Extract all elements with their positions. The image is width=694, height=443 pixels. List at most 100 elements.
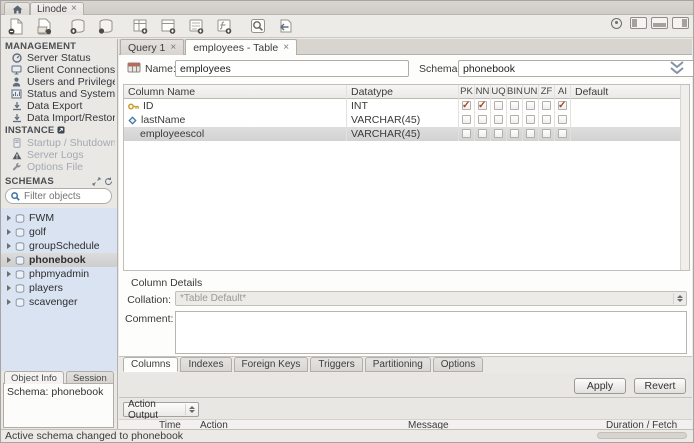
- toggle-left-panel-icon[interactable]: [630, 17, 647, 29]
- table-row[interactable]: lastName VARCHAR(45): [124, 113, 680, 127]
- tab-columns[interactable]: Columns: [123, 357, 179, 372]
- flag-checkbox-pk[interactable]: [462, 115, 471, 124]
- flag-checkbox-pk[interactable]: [462, 129, 471, 138]
- sidebar-item-client-connections[interactable]: Client Connections: [11, 64, 115, 76]
- open-sql-script-icon[interactable]: [31, 16, 57, 36]
- tab-foreign-keys[interactable]: Foreign Keys: [233, 357, 309, 372]
- schema-item-groupschedule[interactable]: groupSchedule: [1, 239, 117, 253]
- column-default[interactable]: [570, 113, 670, 127]
- expander-icon[interactable]: [7, 285, 11, 291]
- expander-icon[interactable]: [7, 257, 11, 263]
- sidebar-item-server-logs[interactable]: Server Logs: [11, 149, 115, 161]
- tab-partitioning[interactable]: Partitioning: [364, 357, 431, 372]
- new-sql-tab-icon[interactable]: [3, 16, 29, 36]
- expand-panel-icon[interactable]: [92, 177, 101, 186]
- revert-button[interactable]: Revert: [634, 378, 686, 394]
- flag-checkbox-un[interactable]: [526, 129, 535, 138]
- create-procedure-icon[interactable]: [183, 16, 209, 36]
- col-header-zf[interactable]: ZF: [538, 85, 554, 99]
- expander-icon[interactable]: [7, 215, 11, 221]
- table-row[interactable]: ID INT: [124, 99, 680, 113]
- flag-checkbox-zf[interactable]: [542, 101, 551, 110]
- double-chevron-down-icon[interactable]: [669, 61, 685, 74]
- col-header-ai[interactable]: AI: [554, 85, 570, 99]
- vertical-scrollbar[interactable]: [680, 85, 689, 270]
- sidebar-item-system-variables[interactable]: Status and System Variables: [11, 88, 115, 100]
- col-header-default[interactable]: Default: [570, 85, 670, 99]
- toggle-bottom-panel-icon[interactable]: [651, 17, 668, 29]
- sidebar-item-server-status[interactable]: Server Status: [11, 52, 115, 64]
- create-table-icon[interactable]: [127, 16, 153, 36]
- search-icon[interactable]: [245, 16, 271, 36]
- column-default[interactable]: [570, 99, 670, 113]
- expander-icon[interactable]: [7, 299, 11, 305]
- tab-employees-table[interactable]: employees - Table ×: [185, 39, 298, 55]
- table-row-selected[interactable]: employeescol VARCHAR(45): [124, 127, 680, 141]
- collation-select[interactable]: *Table Default*: [175, 291, 687, 306]
- flag-checkbox-un[interactable]: [526, 115, 535, 124]
- horizontal-scrollbar[interactable]: [597, 432, 687, 439]
- tab-triggers[interactable]: Triggers: [310, 357, 363, 372]
- flag-checkbox-bin[interactable]: [510, 115, 519, 124]
- column-default[interactable]: [570, 127, 670, 141]
- status-circle-icon[interactable]: [611, 17, 622, 29]
- connection-tab[interactable]: Linode ×: [30, 2, 84, 15]
- create-schema-icon[interactable]: [93, 16, 119, 36]
- table-name-input[interactable]: [175, 60, 409, 77]
- schema-item-phonebook[interactable]: phonebook: [1, 253, 117, 267]
- flag-checkbox-pk[interactable]: [462, 99, 471, 113]
- output-selector[interactable]: Action Output: [123, 399, 199, 421]
- comment-textarea[interactable]: [175, 311, 687, 354]
- flag-checkbox-ai[interactable]: [558, 129, 567, 138]
- tab-options[interactable]: Options: [432, 357, 484, 372]
- sidebar-item-users-privileges[interactable]: Users and Privileges: [11, 76, 115, 88]
- schema-item-fwm[interactable]: FWM: [1, 211, 117, 225]
- schema-item-golf[interactable]: golf: [1, 225, 117, 239]
- col-header-un[interactable]: UN: [522, 85, 538, 99]
- col-header-datatype[interactable]: Datatype: [346, 85, 454, 99]
- close-icon[interactable]: ×: [283, 42, 289, 53]
- tab-object-info[interactable]: Object Info: [4, 371, 64, 384]
- col-header-column-name[interactable]: Column Name: [128, 85, 342, 99]
- schema-item-phpmyadmin[interactable]: phpmyadmin: [1, 267, 117, 281]
- col-header-uq[interactable]: UQ: [490, 85, 506, 99]
- schema-item-players[interactable]: players: [1, 281, 117, 295]
- schema-item-scavenger[interactable]: scavenger: [1, 295, 117, 309]
- stepper-icon[interactable]: [185, 404, 195, 415]
- stepper-icon[interactable]: [673, 293, 683, 304]
- flag-checkbox-nn[interactable]: [478, 129, 487, 138]
- sidebar-item-options-file[interactable]: Options File: [11, 161, 115, 173]
- create-function-icon[interactable]: [211, 16, 237, 36]
- flag-checkbox-nn[interactable]: [478, 99, 487, 113]
- expander-icon[interactable]: [7, 229, 11, 235]
- create-view-icon[interactable]: [155, 16, 181, 36]
- col-header-nn[interactable]: NN: [474, 85, 490, 99]
- sidebar-item-data-import[interactable]: Data Import/Restore: [11, 112, 115, 124]
- close-icon[interactable]: ×: [170, 42, 176, 53]
- flag-checkbox-ai[interactable]: [558, 115, 567, 124]
- tab-query-1[interactable]: Query 1 ×: [120, 39, 185, 55]
- flag-checkbox-bin[interactable]: [510, 101, 519, 110]
- new-connection-icon[interactable]: [65, 16, 91, 36]
- toggle-right-panel-icon[interactable]: [672, 17, 689, 29]
- sidebar-item-startup-shutdown[interactable]: Startup / Shutdown: [11, 137, 115, 149]
- flag-checkbox-zf[interactable]: [542, 115, 551, 124]
- flag-checkbox-uq[interactable]: [494, 101, 503, 110]
- flag-checkbox-nn[interactable]: [478, 115, 487, 124]
- flag-checkbox-bin[interactable]: [510, 129, 519, 138]
- refresh-icon[interactable]: [104, 177, 113, 186]
- expander-icon[interactable]: [7, 243, 11, 249]
- close-icon[interactable]: ×: [71, 4, 77, 14]
- col-header-bin[interactable]: BIN: [506, 85, 522, 99]
- instance-rescan-icon[interactable]: [57, 126, 65, 134]
- home-tab[interactable]: [4, 2, 30, 15]
- flag-checkbox-ai[interactable]: [558, 99, 567, 113]
- col-header-pk[interactable]: PK: [458, 85, 474, 99]
- flag-checkbox-uq[interactable]: [494, 115, 503, 124]
- schema-filter[interactable]: [5, 188, 112, 204]
- tab-indexes[interactable]: Indexes: [180, 357, 232, 372]
- flag-checkbox-un[interactable]: [526, 101, 535, 110]
- expander-icon[interactable]: [7, 271, 11, 277]
- apply-button[interactable]: Apply: [574, 378, 626, 394]
- schema-select[interactable]: phonebook: [458, 60, 693, 77]
